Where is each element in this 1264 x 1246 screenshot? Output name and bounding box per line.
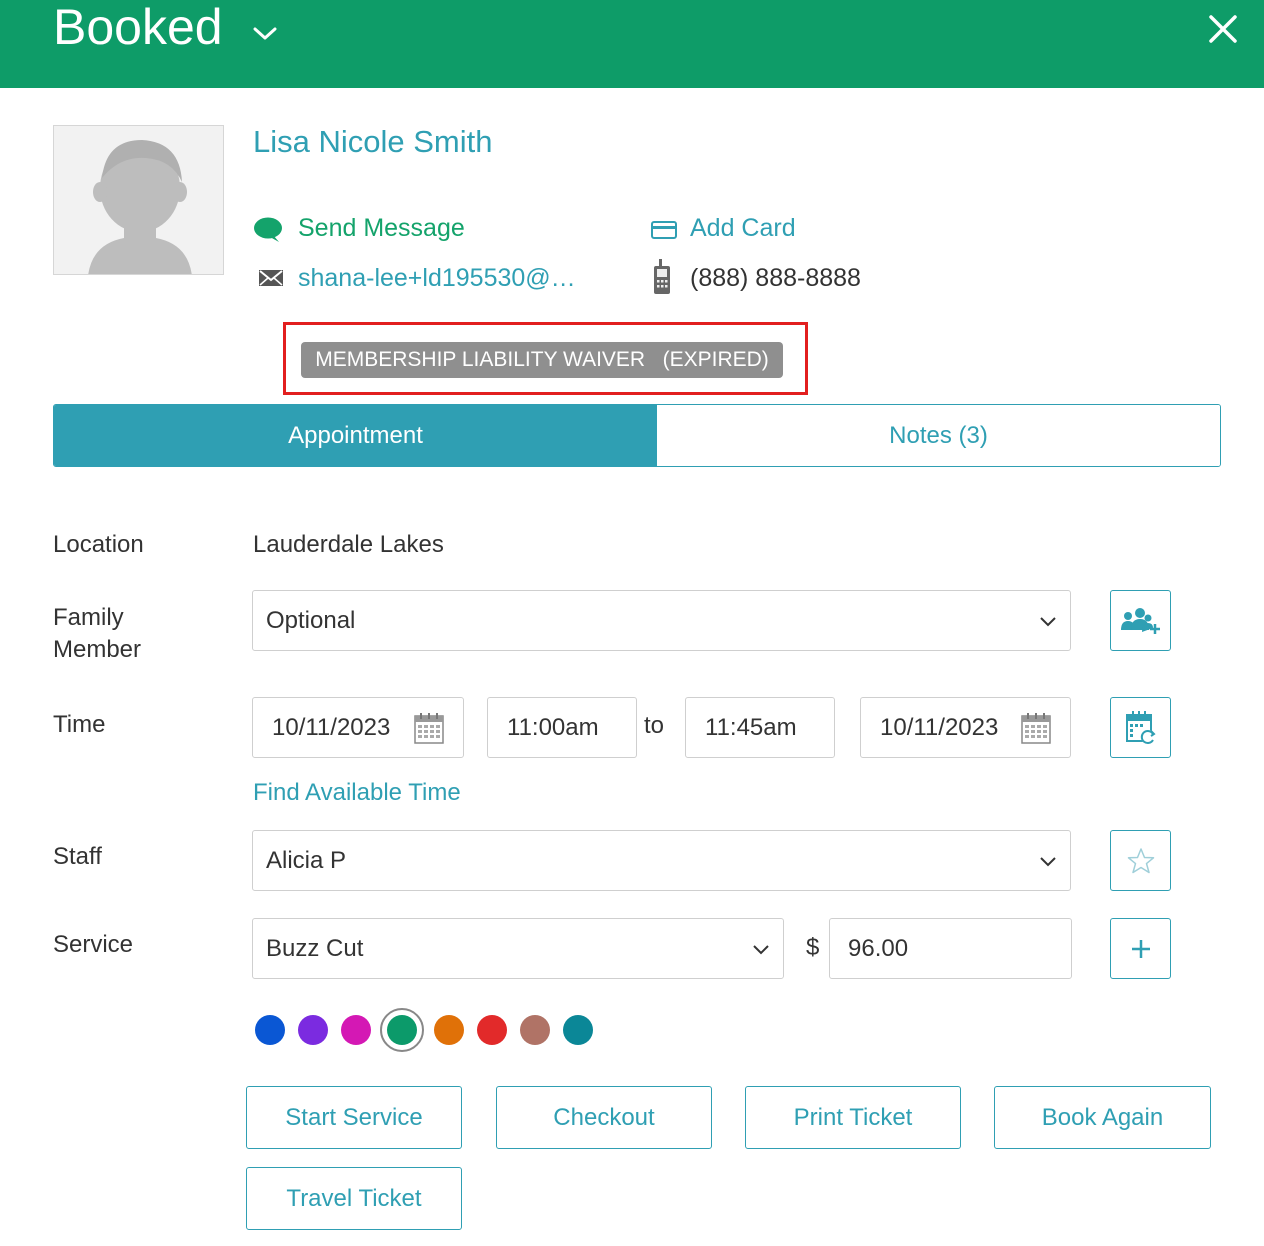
add-service-button[interactable]: [1110, 918, 1171, 979]
color-swatch[interactable]: [341, 1015, 371, 1045]
add-card-link[interactable]: Add Card: [690, 212, 796, 244]
color-swatch[interactable]: [255, 1015, 285, 1045]
email-link[interactable]: shana-lee+ld195530@…: [298, 262, 583, 294]
start-time-value: 11:00am: [507, 714, 599, 741]
star-icon: [1127, 847, 1154, 873]
phone-number: (888) 888-8888: [690, 264, 861, 292]
staff-label: Staff: [53, 843, 102, 870]
add-family-member-button[interactable]: [1110, 590, 1171, 651]
status-header: Booked: [0, 0, 1264, 88]
calendar-icon[interactable]: [414, 712, 444, 744]
time-range-separator: to: [644, 712, 665, 739]
waiver-status-badge[interactable]: MEMBERSHIP LIABILITY WAIVER (EXPIRED): [301, 342, 783, 378]
start-time-field[interactable]: 11:00am: [487, 697, 637, 758]
send-message-link[interactable]: Send Message: [298, 212, 465, 244]
color-swatch[interactable]: [563, 1015, 593, 1045]
find-available-time-link[interactable]: Find Available Time: [253, 777, 461, 809]
plus-icon: [1131, 939, 1150, 958]
favorite-staff-button[interactable]: [1110, 830, 1171, 891]
staff-select[interactable]: Alicia P: [252, 830, 1071, 891]
travel-ticket-button[interactable]: Travel Ticket: [246, 1167, 462, 1230]
add-family-icon: [1120, 607, 1160, 634]
color-swatch[interactable]: [434, 1015, 464, 1045]
status-title[interactable]: Booked: [53, 0, 223, 56]
close-icon[interactable]: [1206, 12, 1240, 46]
end-time-field[interactable]: 11:45am: [685, 697, 835, 758]
family-member-select[interactable]: Optional: [252, 590, 1071, 651]
start-service-button[interactable]: Start Service: [246, 1086, 462, 1149]
end-time-value: 11:45am: [705, 714, 797, 741]
chevron-down-icon[interactable]: [250, 18, 280, 48]
location-label: Location: [53, 531, 144, 558]
calendar-icon[interactable]: [1021, 712, 1051, 744]
location-value: Lauderdale Lakes: [253, 531, 444, 558]
currency-symbol: $: [806, 934, 820, 961]
start-date-value: 10/11/2023: [272, 714, 391, 741]
time-label: Time: [53, 711, 106, 738]
envelope-icon: [259, 270, 283, 286]
avatar: [53, 125, 224, 275]
book-again-button[interactable]: Book Again: [994, 1086, 1211, 1149]
family-member-label-line1: Family: [53, 604, 124, 631]
tab-notes[interactable]: Notes (3): [657, 405, 1220, 466]
recurring-appointment-button[interactable]: [1110, 697, 1171, 758]
price-value: 96.00: [848, 935, 909, 962]
chat-bubble-icon[interactable]: [253, 217, 283, 243]
end-date-field[interactable]: 10/11/2023: [860, 697, 1071, 758]
end-date-value: 10/11/2023: [880, 714, 999, 741]
credit-card-icon[interactable]: [651, 220, 677, 240]
checkout-button[interactable]: Checkout: [496, 1086, 712, 1149]
client-name[interactable]: Lisa Nicole Smith: [253, 122, 492, 162]
avatar-placeholder-icon: [88, 140, 192, 274]
family-member-value: Optional: [266, 607, 356, 634]
service-value: Buzz Cut: [266, 935, 364, 962]
appointment-tabs: Appointment Notes (3): [53, 404, 1221, 467]
phone-icon: [654, 259, 670, 294]
tab-appointment[interactable]: Appointment: [54, 405, 657, 466]
color-swatch[interactable]: [298, 1015, 328, 1045]
print-ticket-button[interactable]: Print Ticket: [745, 1086, 961, 1149]
start-date-field[interactable]: 10/11/2023: [252, 697, 464, 758]
family-member-label-line2: Member: [53, 636, 142, 663]
service-select[interactable]: Buzz Cut: [252, 918, 784, 979]
price-input[interactable]: 96.00: [829, 918, 1072, 979]
staff-value: Alicia P: [266, 847, 347, 874]
calendar-repeat-icon: [1125, 710, 1156, 744]
chevron-down-icon: [1040, 617, 1056, 627]
color-swatch[interactable]: [387, 1015, 417, 1045]
service-label: Service: [53, 931, 134, 958]
chevron-down-icon: [753, 945, 769, 955]
color-swatch[interactable]: [520, 1015, 550, 1045]
chevron-down-icon: [1040, 857, 1056, 867]
color-swatch[interactable]: [477, 1015, 507, 1045]
